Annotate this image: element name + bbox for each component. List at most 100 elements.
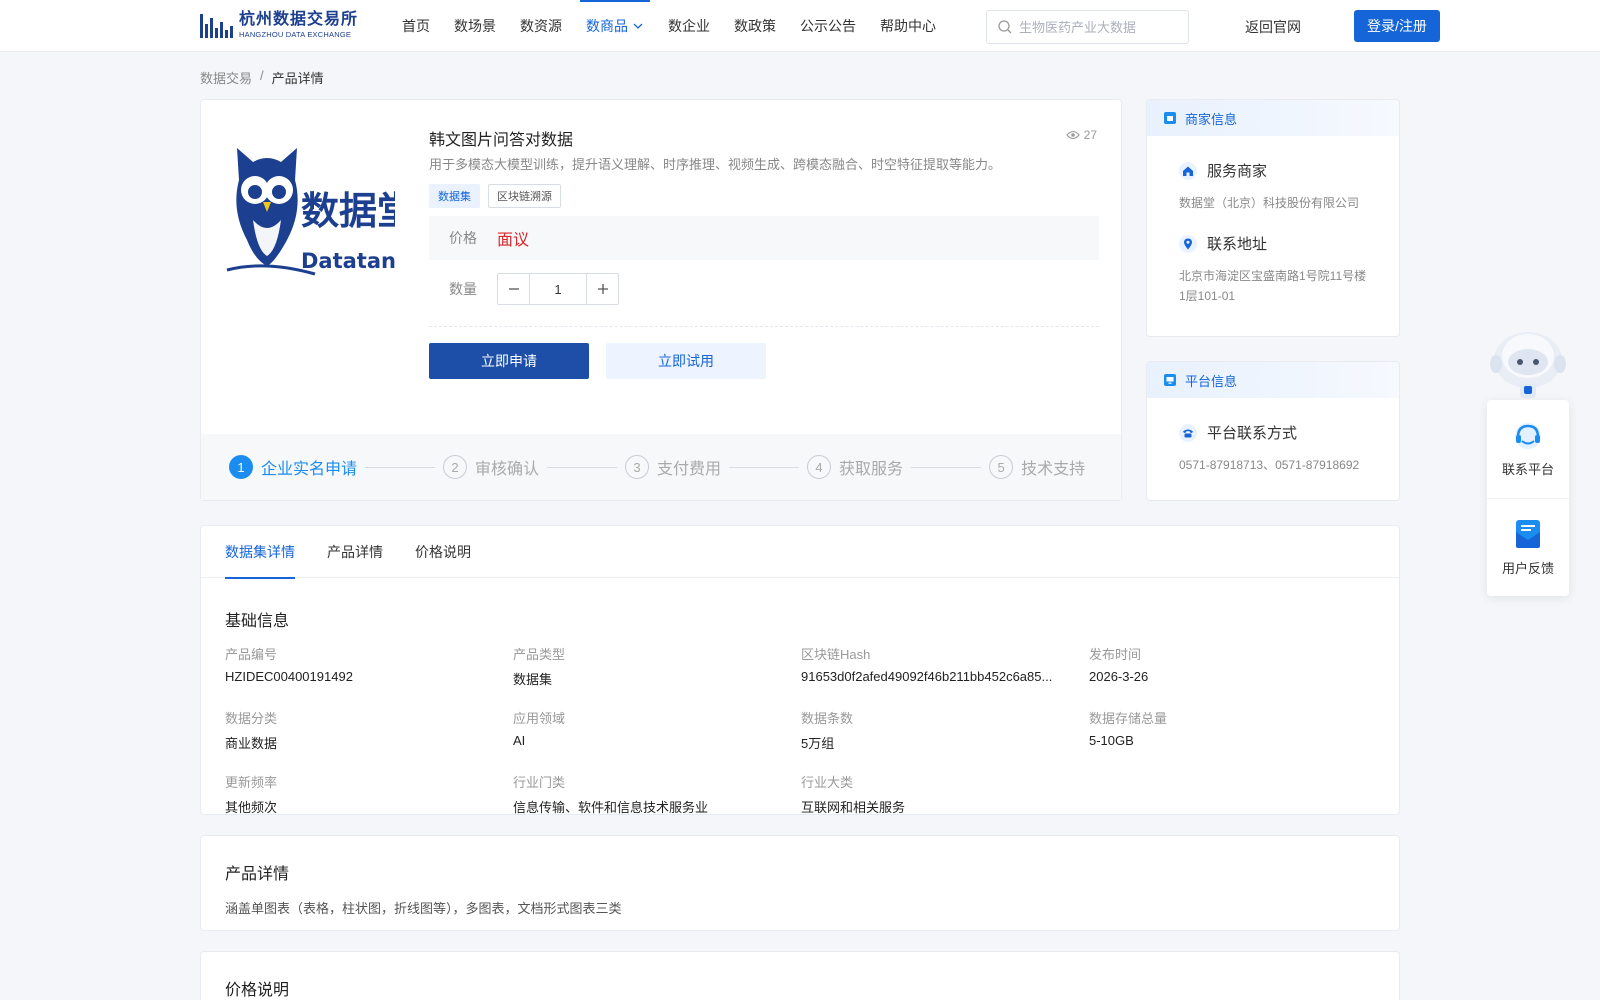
logo-bars-icon — [200, 12, 233, 38]
product-detail-title: 产品详情 — [225, 866, 290, 883]
product-tags: 数据集 区块链溯源 — [429, 184, 561, 208]
service-merchant-value: 数据堂（北京）科技股份有限公司 — [1179, 196, 1360, 210]
top-header: 杭州数据交易所 HANGZHOU DATA EXCHANGE 首页 数场景 数资… — [0, 0, 1600, 52]
site-logo[interactable]: 杭州数据交易所 HANGZHOU DATA EXCHANGE — [200, 9, 362, 41]
breadcrumb-root[interactable]: 数据交易 — [200, 68, 252, 87]
info-item: 产品类型 数据集 — [513, 647, 566, 687]
service-merchant-title: 服务商家 — [1207, 163, 1268, 180]
price-description-card: 价格说明 — [200, 951, 1400, 1000]
step-connector — [547, 466, 618, 468]
step-4: 4 获取服务 — [807, 455, 903, 479]
address-value: 北京市海淀区宝盛南路1号院11号楼1层101-01 — [1179, 269, 1367, 303]
logo-cn-text: 杭州数据交易所 — [239, 10, 359, 28]
detail-tabs: 数据集详情 产品详情 价格说明 — [201, 526, 1399, 579]
apply-now-button[interactable]: 立即申请 — [429, 343, 589, 379]
brand-en-text: Datatang — [301, 249, 395, 273]
increment-button[interactable] — [587, 274, 618, 304]
info-item: 数据分类 商业数据 — [225, 711, 278, 751]
nav-products[interactable]: 数商品 — [574, 0, 656, 52]
platform-contact-section: 平台联系方式 0571-87918713、0571-87918692 — [1147, 422, 1399, 475]
feedback-mail-icon — [1516, 520, 1540, 548]
price-description-title: 价格说明 — [225, 982, 290, 999]
platform-contact-title: 平台联系方式 — [1207, 425, 1298, 442]
quantity-value[interactable]: 1 — [529, 274, 587, 304]
nav-enterprises[interactable]: 数企业 — [656, 0, 722, 52]
tab-dataset-detail[interactable]: 数据集详情 — [225, 526, 295, 579]
info-item: 数据存储总量 5-10GB — [1089, 711, 1168, 748]
price-box: 价格 面议 — [429, 216, 1099, 260]
dataset-detail-card: 数据集详情 产品详情 价格说明 基础信息 产品编号 HZIDEC004001914… — [200, 525, 1400, 815]
platform-info-card: 平台信息 平台联系方式 0571-87918713、0571-87918692 — [1146, 361, 1400, 501]
search-box[interactable] — [986, 10, 1189, 44]
breadcrumb-current: 产品详情 — [271, 71, 324, 86]
plus-icon — [597, 284, 608, 294]
product-card: 数据堂 Datatang 韩文图片问答对数据 27 用于多模态大模型训练，提升语… — [200, 99, 1122, 501]
platform-info-header: 平台信息 — [1147, 362, 1399, 398]
decrement-button[interactable] — [498, 274, 529, 304]
step-3: 3 支付费用 — [625, 455, 721, 479]
phone-icon — [1179, 423, 1197, 442]
brand-cn-text: 数据堂 — [301, 189, 395, 233]
nav-scenes[interactable]: 数场景 — [442, 0, 508, 52]
info-item: 产品编号 HZIDEC00400191492 — [225, 647, 353, 684]
address-title: 联系地址 — [1207, 236, 1268, 253]
process-steps: 1 企业实名申请 2 审核确认 3 支付费用 4 获取服务 5 技术支持 — [201, 434, 1121, 500]
breadcrumb: 数据交易 / 产品详情 — [200, 68, 324, 87]
robot-icon — [1490, 332, 1566, 398]
view-count: 27 — [1065, 128, 1097, 142]
merchant-info-card: 商家信息 服务商家 数据堂（北京）科技股份有限公司 联系地址 北京市海淀区宝盛南… — [1146, 99, 1400, 337]
contact-platform-button[interactable]: 联系平台 — [1487, 400, 1569, 498]
minus-icon — [508, 288, 519, 290]
address-section: 联系地址 北京市海淀区宝盛南路1号院11号楼1层101-01 — [1147, 233, 1399, 306]
info-item: 行业大类 互联网和相关服务 — [801, 775, 906, 815]
nav-policies[interactable]: 数政策 — [722, 0, 788, 52]
user-feedback-button[interactable]: 用户反馈 — [1487, 498, 1569, 596]
quantity-stepper: 1 — [497, 273, 619, 305]
info-item: 数据条数 5万组 — [801, 711, 854, 751]
product-detail-card: 产品详情 涵盖单图表（表格，柱状图，折线图等），多图表，文档形式图表三类 — [200, 835, 1400, 931]
breadcrumb-sep: / — [260, 68, 264, 83]
step-connector — [911, 466, 982, 468]
floating-panel: 联系平台 用户反馈 — [1487, 400, 1569, 596]
store-icon — [1164, 112, 1176, 124]
service-merchant-section: 服务商家 数据堂（北京）科技股份有限公司 — [1147, 160, 1399, 213]
nav-resources[interactable]: 数资源 — [508, 0, 574, 52]
nav-announcements[interactable]: 公示公告 — [788, 0, 868, 52]
tag-dataset: 数据集 — [429, 184, 480, 208]
price-label: 价格 — [449, 230, 477, 246]
merchant-info-header: 商家信息 — [1147, 100, 1399, 136]
platform-icon — [1164, 374, 1176, 386]
step-connector — [365, 466, 436, 468]
basic-info-title: 基础信息 — [225, 613, 290, 630]
product-image: 数据堂 Datatang — [225, 140, 415, 290]
owl-logo-icon: 数据堂 Datatang — [226, 148, 415, 276]
price-value: 面议 — [497, 232, 530, 249]
try-now-button[interactable]: 立即试用 — [606, 343, 766, 379]
product-detail-text: 涵盖单图表（表格，柱状图，折线图等），多图表，文档形式图表三类 — [225, 901, 622, 916]
logo-en-text: HANGZHOU DATA EXCHANGE — [239, 29, 352, 39]
search-input[interactable] — [1019, 19, 1179, 35]
login-register-button[interactable]: 登录/注册 — [1354, 10, 1440, 42]
tab-price-description[interactable]: 价格说明 — [415, 526, 471, 578]
chevron-down-icon — [633, 23, 643, 29]
nav-help[interactable]: 帮助中心 — [868, 0, 948, 52]
info-item: 行业门类 信息传输、软件和信息技术服务业 — [513, 775, 709, 815]
nav-home[interactable]: 首页 — [390, 0, 442, 52]
platform-contact-value: 0571-87918713、0571-87918692 — [1179, 458, 1360, 472]
product-title: 韩文图片问答对数据 — [429, 132, 574, 149]
step-1: 1 企业实名申请 — [229, 455, 357, 479]
step-5: 5 技术支持 — [989, 455, 1085, 479]
location-pin-icon — [1179, 234, 1197, 253]
tag-blockchain: 区块链溯源 — [488, 184, 561, 208]
tab-product-detail[interactable]: 产品详情 — [327, 526, 383, 578]
headset-icon — [1515, 422, 1541, 449]
back-to-site-link[interactable]: 返回官网 — [1245, 17, 1301, 37]
info-item: 更新频率 其他频次 — [225, 775, 278, 815]
assistant-robot[interactable] — [1486, 326, 1570, 400]
quantity-row: 数量 1 — [449, 273, 619, 305]
divider — [429, 326, 1099, 327]
product-description: 用于多模态大模型训练，提升语义理解、时序推理、视频生成、跨模态融合、时空特征提取… — [429, 157, 1002, 172]
info-item: 应用领域 AI — [513, 711, 566, 748]
step-2: 2 审核确认 — [443, 455, 539, 479]
basic-info-grid: 产品编号 HZIDEC00400191492 产品类型 数据集 区块链Hash 916… — [225, 644, 1375, 816]
